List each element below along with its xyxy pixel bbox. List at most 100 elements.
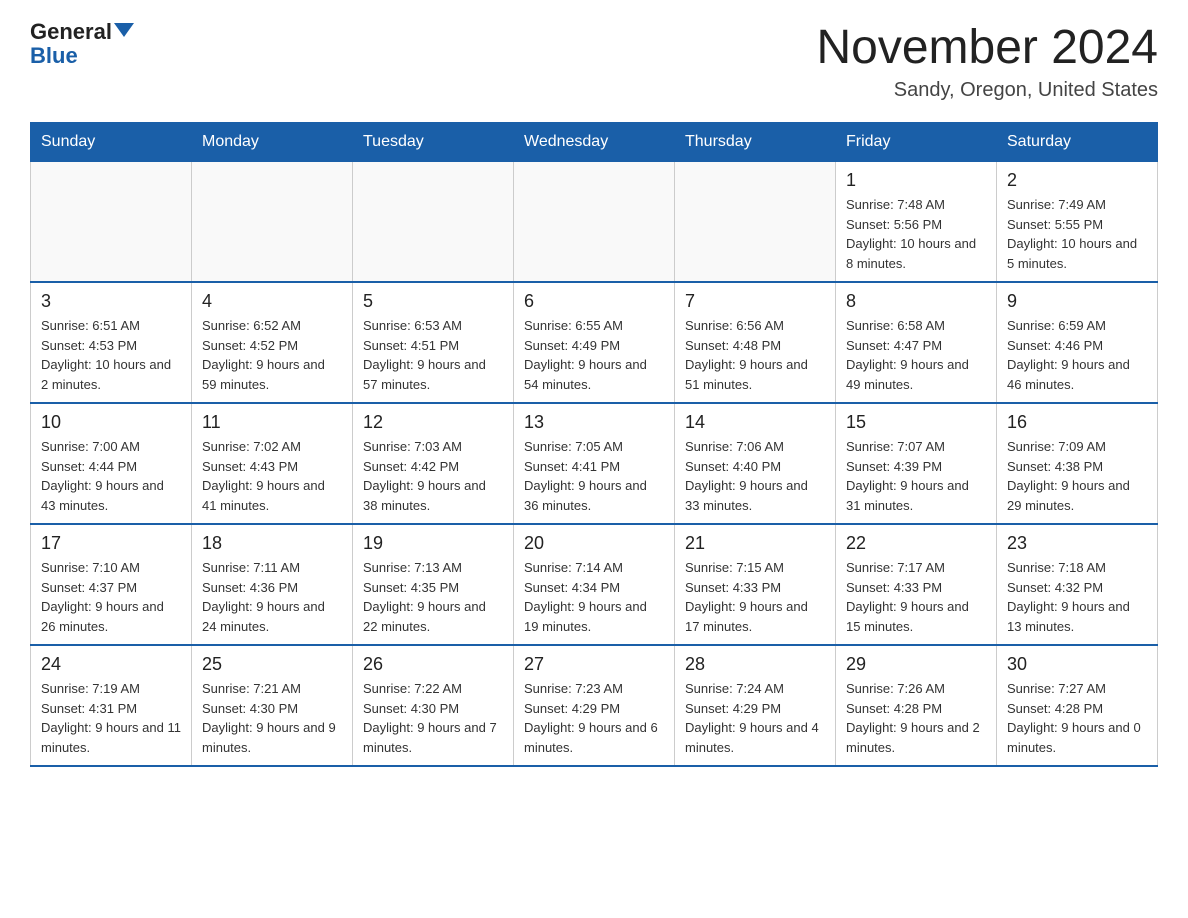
title-block: November 2024 Sandy, Oregon, United Stat… [816, 20, 1158, 102]
day-info: Sunrise: 7:17 AMSunset: 4:33 PMDaylight:… [846, 558, 986, 636]
day-info: Sunrise: 6:51 AMSunset: 4:53 PMDaylight:… [41, 316, 181, 394]
week-row-1: 1 Sunrise: 7:48 AMSunset: 5:56 PMDaylight… [31, 162, 1158, 283]
day-info: Sunrise: 7:03 AMSunset: 4:42 PMDaylight:… [363, 437, 503, 515]
day-number: 24 [41, 654, 181, 675]
day-number: 25 [202, 654, 342, 675]
logo-triangle-icon [114, 23, 134, 37]
week-row-4: 17 Sunrise: 7:10 AMSunset: 4:37 PMDayligh… [31, 524, 1158, 645]
day-cell: 19 Sunrise: 7:13 AMSunset: 4:35 PMDayligh… [353, 524, 514, 645]
day-info: Sunrise: 7:10 AMSunset: 4:37 PMDaylight:… [41, 558, 181, 636]
day-number: 6 [524, 291, 664, 312]
weekday-thursday: Thursday [675, 123, 836, 162]
day-info: Sunrise: 7:05 AMSunset: 4:41 PMDaylight:… [524, 437, 664, 515]
day-info: Sunrise: 7:48 AMSunset: 5:56 PMDaylight:… [846, 195, 986, 273]
day-number: 13 [524, 412, 664, 433]
day-cell: 12 Sunrise: 7:03 AMSunset: 4:42 PMDayligh… [353, 403, 514, 524]
calendar-table: SundayMondayTuesdayWednesdayThursdayFrid… [30, 122, 1158, 767]
day-info: Sunrise: 6:55 AMSunset: 4:49 PMDaylight:… [524, 316, 664, 394]
day-info: Sunrise: 7:00 AMSunset: 4:44 PMDaylight:… [41, 437, 181, 515]
day-number: 15 [846, 412, 986, 433]
day-number: 9 [1007, 291, 1147, 312]
day-info: Sunrise: 7:11 AMSunset: 4:36 PMDaylight:… [202, 558, 342, 636]
day-cell: 13 Sunrise: 7:05 AMSunset: 4:41 PMDayligh… [514, 403, 675, 524]
day-cell: 26Sunrise: 7:22 AMSunset: 4:30 PMDayligh… [353, 645, 514, 766]
day-cell: 25Sunrise: 7:21 AMSunset: 4:30 PMDayligh… [192, 645, 353, 766]
day-cell: 20Sunrise: 7:14 AMSunset: 4:34 PMDayligh… [514, 524, 675, 645]
day-info: Sunrise: 6:59 AMSunset: 4:46 PMDaylight:… [1007, 316, 1147, 394]
day-cell [353, 162, 514, 283]
day-info: Sunrise: 6:58 AMSunset: 4:47 PMDaylight:… [846, 316, 986, 394]
day-number: 10 [41, 412, 181, 433]
day-cell: 7 Sunrise: 6:56 AMSunset: 4:48 PMDaylight… [675, 282, 836, 403]
weekday-tuesday: Tuesday [353, 123, 514, 162]
day-number: 3 [41, 291, 181, 312]
day-number: 2 [1007, 170, 1147, 191]
day-cell [192, 162, 353, 283]
day-number: 30 [1007, 654, 1147, 675]
day-cell: 6 Sunrise: 6:55 AMSunset: 4:49 PMDaylight… [514, 282, 675, 403]
day-number: 18 [202, 533, 342, 554]
week-row-5: 24 Sunrise: 7:19 AMSunset: 4:31 PMDayligh… [31, 645, 1158, 766]
day-info: Sunrise: 6:56 AMSunset: 4:48 PMDaylight:… [685, 316, 825, 394]
day-number: 16 [1007, 412, 1147, 433]
day-info: Sunrise: 7:22 AMSunset: 4:30 PMDaylight:… [363, 679, 503, 757]
weekday-monday: Monday [192, 123, 353, 162]
day-cell: 24 Sunrise: 7:19 AMSunset: 4:31 PMDayligh… [31, 645, 192, 766]
day-info: Sunrise: 7:02 AMSunset: 4:43 PMDaylight:… [202, 437, 342, 515]
day-cell: 18 Sunrise: 7:11 AMSunset: 4:36 PMDayligh… [192, 524, 353, 645]
weekday-sunday: Sunday [31, 123, 192, 162]
day-number: 23 [1007, 533, 1147, 554]
day-info: Sunrise: 7:07 AMSunset: 4:39 PMDaylight:… [846, 437, 986, 515]
day-cell: 15 Sunrise: 7:07 AMSunset: 4:39 PMDayligh… [836, 403, 997, 524]
day-cell: 4 Sunrise: 6:52 AMSunset: 4:52 PMDaylight… [192, 282, 353, 403]
day-number: 7 [685, 291, 825, 312]
day-info: Sunrise: 7:18 AMSunset: 4:32 PMDaylight:… [1007, 558, 1147, 636]
day-info: Sunrise: 7:09 AMSunset: 4:38 PMDaylight:… [1007, 437, 1147, 515]
day-cell: 2Sunrise: 7:49 AMSunset: 5:55 PMDaylight… [997, 162, 1158, 283]
day-number: 1 [846, 170, 986, 191]
day-cell: 5 Sunrise: 6:53 AMSunset: 4:51 PMDaylight… [353, 282, 514, 403]
calendar-body: 1 Sunrise: 7:48 AMSunset: 5:56 PMDaylight… [31, 162, 1158, 767]
weekday-header-row: SundayMondayTuesdayWednesdayThursdayFrid… [31, 123, 1158, 162]
day-number: 11 [202, 412, 342, 433]
day-cell: 22 Sunrise: 7:17 AMSunset: 4:33 PMDayligh… [836, 524, 997, 645]
location-text: Sandy, Oregon, United States [816, 79, 1158, 102]
day-info: Sunrise: 6:53 AMSunset: 4:51 PMDaylight:… [363, 316, 503, 394]
day-number: 28 [685, 654, 825, 675]
page-header: General Blue November 2024 Sandy, Oregon… [30, 20, 1158, 102]
day-info: Sunrise: 6:52 AMSunset: 4:52 PMDaylight:… [202, 316, 342, 394]
day-cell: 28 Sunrise: 7:24 AMSunset: 4:29 PMDayligh… [675, 645, 836, 766]
day-cell: 16 Sunrise: 7:09 AMSunset: 4:38 PMDayligh… [997, 403, 1158, 524]
day-info: Sunrise: 7:24 AMSunset: 4:29 PMDaylight:… [685, 679, 825, 757]
day-number: 4 [202, 291, 342, 312]
day-cell: 29Sunrise: 7:26 AMSunset: 4:28 PMDayligh… [836, 645, 997, 766]
day-number: 21 [685, 533, 825, 554]
logo-blue: Blue [30, 44, 78, 68]
logo-general: General [30, 20, 112, 44]
day-number: 5 [363, 291, 503, 312]
logo: General Blue [30, 20, 134, 68]
day-cell: 23 Sunrise: 7:18 AMSunset: 4:32 PMDayligh… [997, 524, 1158, 645]
day-cell: 30Sunrise: 7:27 AMSunset: 4:28 PMDayligh… [997, 645, 1158, 766]
day-number: 20 [524, 533, 664, 554]
week-row-2: 3 Sunrise: 6:51 AMSunset: 4:53 PMDaylight… [31, 282, 1158, 403]
calendar-header: SundayMondayTuesdayWednesdayThursdayFrid… [31, 123, 1158, 162]
day-cell: 17 Sunrise: 7:10 AMSunset: 4:37 PMDayligh… [31, 524, 192, 645]
day-cell: 1 Sunrise: 7:48 AMSunset: 5:56 PMDaylight… [836, 162, 997, 283]
day-number: 17 [41, 533, 181, 554]
day-info: Sunrise: 7:19 AMSunset: 4:31 PMDaylight:… [41, 679, 181, 757]
day-number: 19 [363, 533, 503, 554]
day-cell: 3 Sunrise: 6:51 AMSunset: 4:53 PMDaylight… [31, 282, 192, 403]
day-cell: 27Sunrise: 7:23 AMSunset: 4:29 PMDayligh… [514, 645, 675, 766]
month-title: November 2024 [816, 20, 1158, 75]
weekday-saturday: Saturday [997, 123, 1158, 162]
day-number: 12 [363, 412, 503, 433]
day-cell: 10 Sunrise: 7:00 AMSunset: 4:44 PMDayligh… [31, 403, 192, 524]
weekday-wednesday: Wednesday [514, 123, 675, 162]
day-number: 22 [846, 533, 986, 554]
day-info: Sunrise: 7:13 AMSunset: 4:35 PMDaylight:… [363, 558, 503, 636]
day-info: Sunrise: 7:23 AMSunset: 4:29 PMDaylight:… [524, 679, 664, 757]
day-info: Sunrise: 7:06 AMSunset: 4:40 PMDaylight:… [685, 437, 825, 515]
day-info: Sunrise: 7:15 AMSunset: 4:33 PMDaylight:… [685, 558, 825, 636]
day-number: 29 [846, 654, 986, 675]
